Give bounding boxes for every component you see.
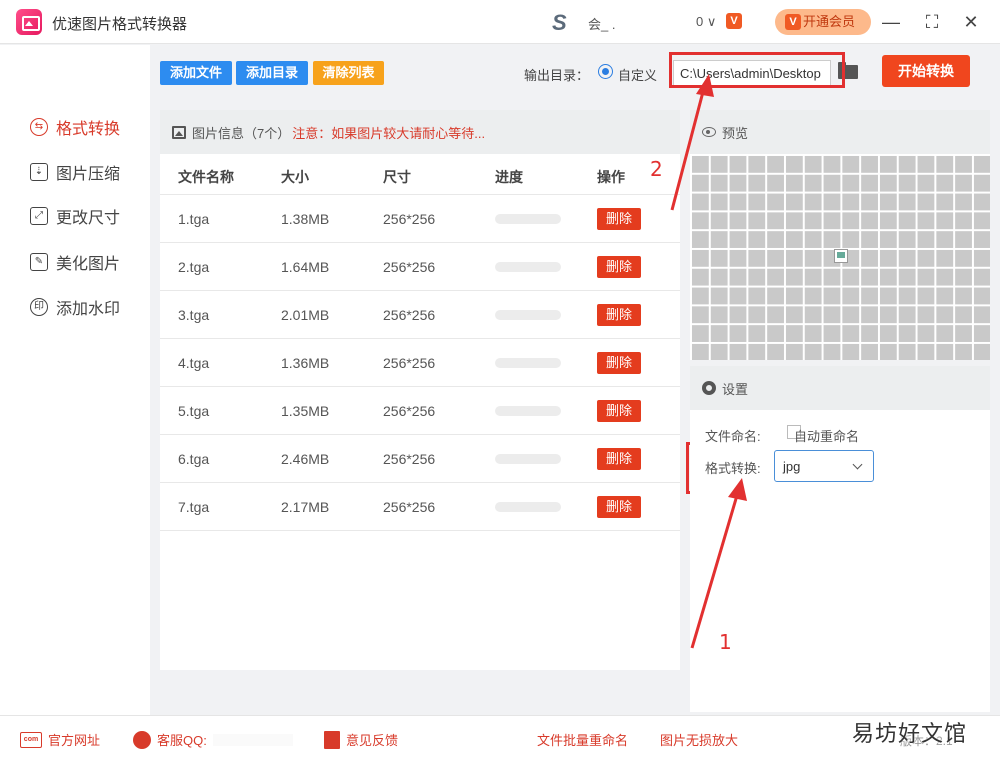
feedback-link[interactable]: 意见反馈	[324, 730, 398, 749]
site-watermark: 易坊好文馆	[852, 721, 968, 746]
arrow-1-line	[690, 491, 740, 649]
footer-bar: com 官方网址 客服QQ: 意见反馈 文件批量重命名 图片无损放大	[0, 715, 1000, 760]
annotation-number-2: 2	[650, 157, 663, 181]
arrow-1-head	[728, 478, 747, 501]
feedback-label: 意见反馈	[346, 733, 399, 748]
official-site-link[interactable]: com 官方网址	[20, 730, 100, 749]
qq-icon	[133, 730, 151, 749]
feedback-icon	[324, 730, 340, 749]
arrow-2-line	[670, 87, 706, 211]
batch-rename-link[interactable]: 文件批量重命名	[537, 730, 628, 749]
annotation-arrows	[670, 74, 747, 649]
arrow-2-head	[696, 74, 714, 97]
annotation-number-1: 1	[719, 630, 732, 654]
lossless-upscale-link[interactable]: 图片无损放大	[660, 730, 738, 749]
qq-number-redacted	[212, 733, 293, 746]
qq-support-link[interactable]: 客服QQ:	[133, 730, 293, 749]
website-icon: com	[20, 731, 42, 748]
official-site-label: 官方网址	[48, 733, 101, 748]
qq-support-label: 客服QQ:	[157, 733, 207, 748]
